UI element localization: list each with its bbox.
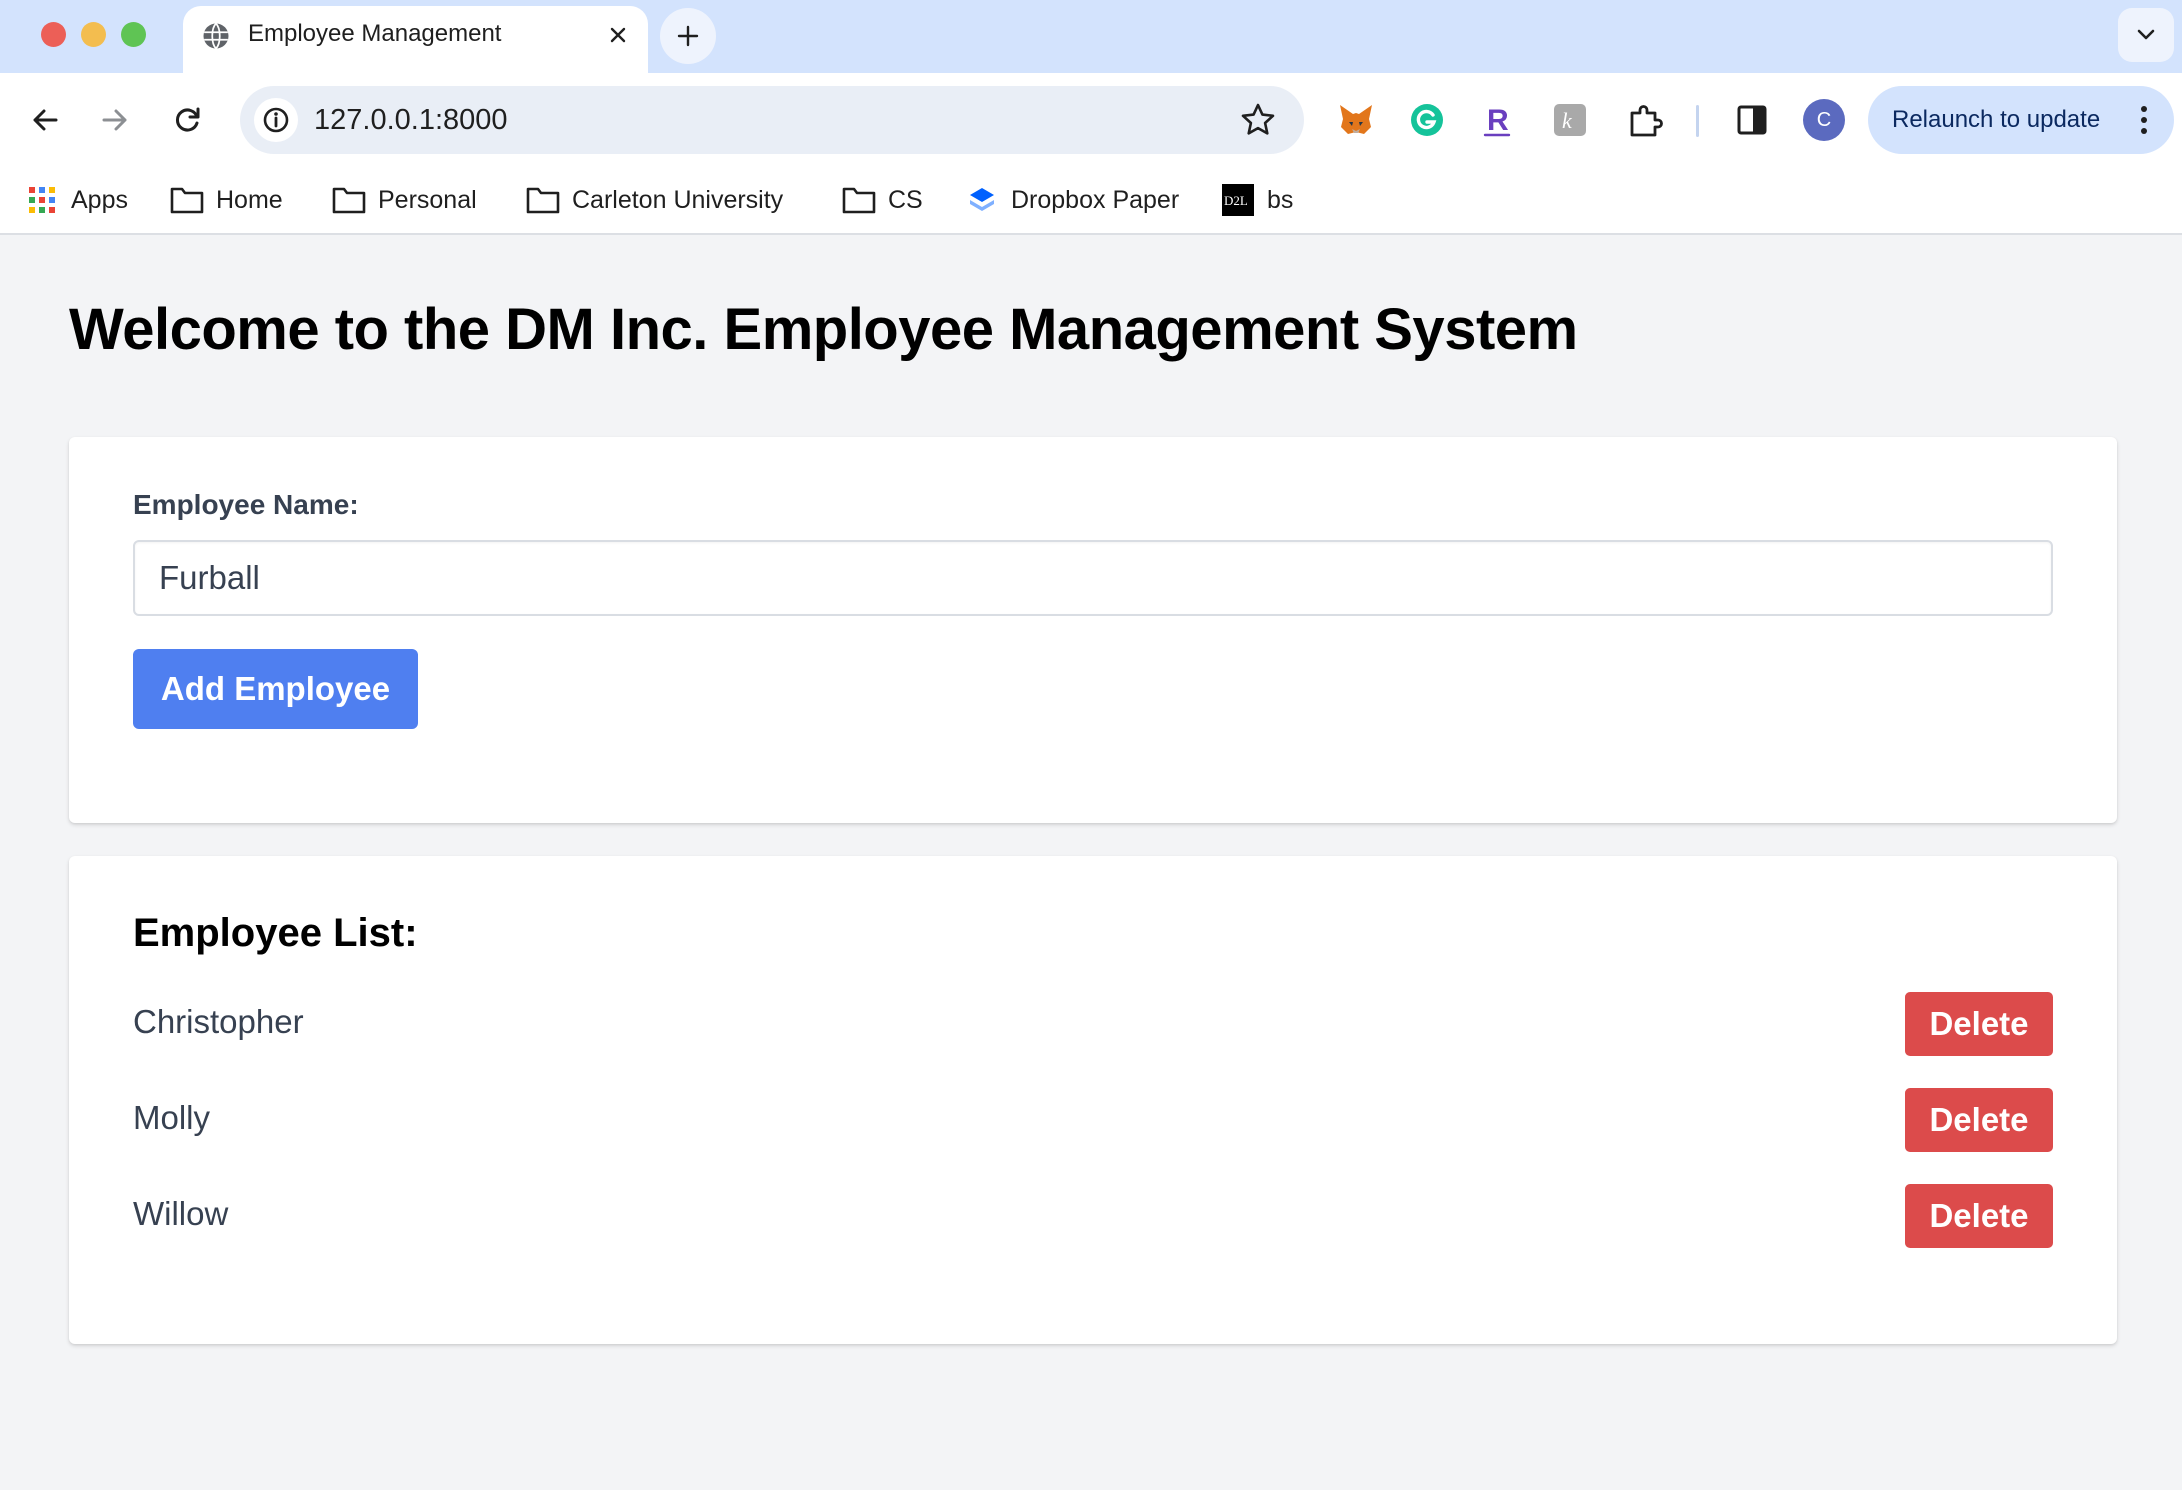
globe-icon <box>203 22 229 50</box>
folder-icon <box>526 183 560 217</box>
bookmark-star-icon[interactable] <box>1240 102 1276 138</box>
employee-name-input[interactable] <box>133 540 2053 616</box>
arrow-right-icon <box>102 109 127 131</box>
close-icon <box>610 27 626 43</box>
metamask-icon[interactable] <box>1336 100 1376 140</box>
add-employee-card: Employee Name: Add Employee <box>69 437 2117 823</box>
employee-name-label: Employee Name: <box>133 489 359 520</box>
reload-button[interactable] <box>166 98 210 142</box>
bookmark-label: Dropbox Paper <box>1011 185 1180 214</box>
employee-list-title: Employee List: <box>133 911 418 955</box>
svg-text:R: R <box>1487 104 1509 137</box>
back-button[interactable] <box>23 98 67 142</box>
address-bar[interactable]: 127.0.0.1:8000 <box>240 86 1304 154</box>
more-vertical-icon <box>2141 106 2147 134</box>
folder-icon <box>170 183 204 217</box>
close-window-button[interactable] <box>41 22 66 47</box>
toolbar-divider <box>1696 105 1699 137</box>
bookmark-label: CS <box>888 185 923 214</box>
bookmark-personal[interactable]: Personal <box>332 179 477 221</box>
grammarly-icon[interactable] <box>1407 100 1447 140</box>
employee-name: Christopher <box>133 1003 304 1040</box>
site-info-button[interactable] <box>254 98 298 142</box>
close-tab-button[interactable] <box>601 18 635 52</box>
employee-name: Willow <box>133 1195 229 1232</box>
bookmark-bs[interactable]: D2L bs <box>1221 179 1293 221</box>
page-title: Welcome to the DM Inc. Employee Manageme… <box>69 297 1578 362</box>
employee-row: Willow Delete <box>133 1184 2053 1248</box>
tab-strip: Employee Management <box>0 0 2182 73</box>
svg-text:k: k <box>1562 108 1573 133</box>
relaunch-label: Relaunch to update <box>1892 106 2101 133</box>
bookmark-dropbox-paper[interactable]: Dropbox Paper <box>965 179 1179 221</box>
info-icon <box>263 107 289 133</box>
bookmark-apps[interactable]: Apps <box>25 179 128 221</box>
delete-button[interactable]: Delete <box>1905 1184 2053 1248</box>
employee-list-card: Employee List: Christopher Delete Molly … <box>69 856 2117 1344</box>
r-extension-icon[interactable]: R <box>1478 100 1518 140</box>
bookmark-home[interactable]: Home <box>170 179 283 221</box>
browser-toolbar: 127.0.0.1:8000 R k C Relaunch to update <box>0 73 2182 167</box>
bookmarks-bar: Apps Home Personal Carleton University C… <box>0 167 2182 235</box>
employee-name: Molly <box>133 1099 211 1136</box>
delete-button[interactable]: Delete <box>1905 1088 2053 1152</box>
forward-button[interactable] <box>93 98 137 142</box>
bookmark-cs[interactable]: CS <box>842 179 923 221</box>
new-tab-button[interactable] <box>660 8 716 64</box>
reload-icon <box>175 107 200 132</box>
d2l-icon: D2L <box>1221 183 1255 217</box>
delete-button[interactable]: Delete <box>1905 992 2053 1056</box>
bookmark-label: Personal <box>378 185 477 214</box>
relaunch-to-update-button[interactable]: Relaunch to update <box>1868 86 2174 154</box>
tab-employee-management[interactable]: Employee Management <box>183 6 648 73</box>
minimize-window-button[interactable] <box>81 22 106 47</box>
folder-icon <box>842 183 876 217</box>
bookmark-label: Carleton University <box>572 185 784 214</box>
bookmark-label: bs <box>1267 185 1294 214</box>
puzzle-icon[interactable] <box>1625 100 1665 140</box>
add-employee-button[interactable]: Add Employee <box>133 649 418 729</box>
apps-grid-icon <box>25 183 59 217</box>
employee-row: Molly Delete <box>133 1088 2053 1152</box>
arrow-left-icon <box>33 109 58 131</box>
k-extension-icon[interactable]: k <box>1550 100 1590 140</box>
bookmark-label: Home <box>216 185 283 214</box>
tab-search-button[interactable] <box>2118 8 2174 62</box>
dropbox-icon <box>965 183 999 217</box>
tab-title: Employee Management <box>248 20 502 47</box>
chevron-down-icon <box>2137 29 2155 40</box>
employee-row: Christopher Delete <box>133 992 2053 1056</box>
folder-icon <box>332 183 366 217</box>
url-text: 127.0.0.1:8000 <box>314 104 508 136</box>
profile-avatar[interactable]: C <box>1803 99 1845 141</box>
bookmark-carleton-university[interactable]: Carleton University <box>526 179 783 221</box>
side-panel-icon[interactable] <box>1732 100 1772 140</box>
plus-icon <box>677 25 699 47</box>
maximize-window-button[interactable] <box>121 22 146 47</box>
svg-text:D2L: D2L <box>1224 193 1248 208</box>
bookmark-label: Apps <box>71 185 128 214</box>
